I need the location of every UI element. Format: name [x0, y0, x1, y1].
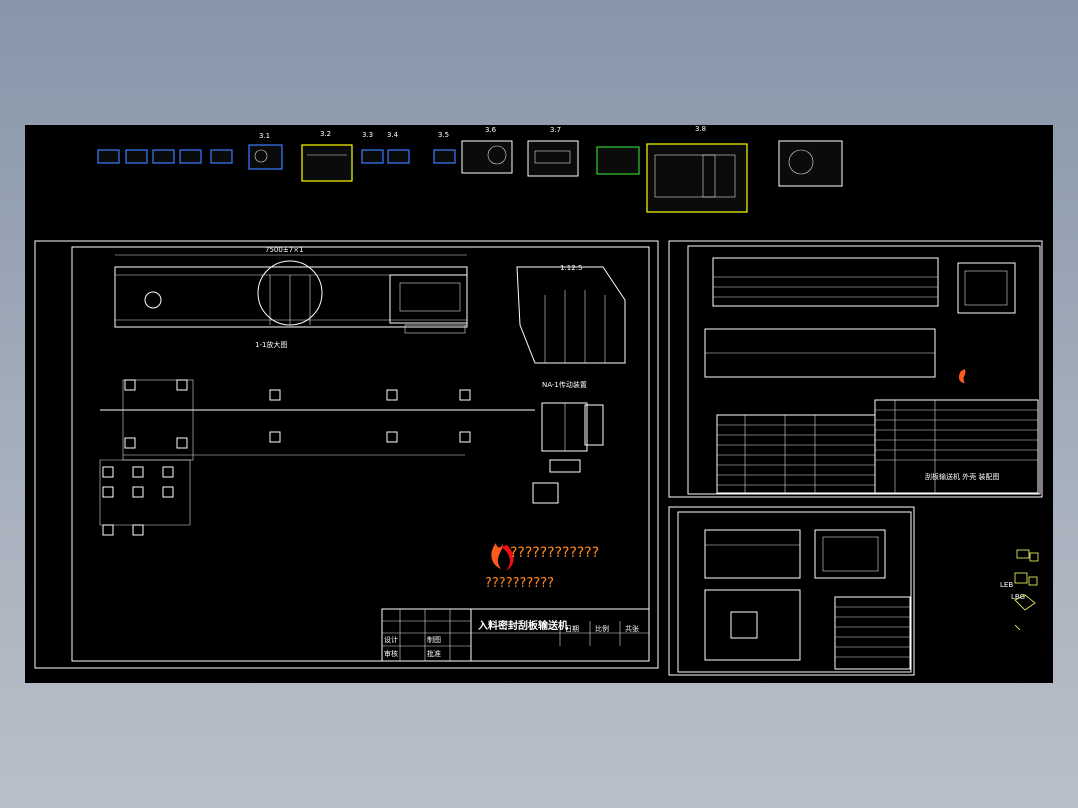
watermark-bottom: ??????????	[485, 576, 554, 591]
thumb-label: 3.1	[259, 132, 270, 140]
title-sheet: 共张	[625, 624, 639, 633]
gear-label: NA-1传动装置	[542, 380, 587, 389]
cad-drawing: 3.1 3.2 3.3 3.4 3.5 3.6 3.7 3.8 7500±7×1…	[34, 125, 1043, 676]
top-dimension: 7500±7×1	[265, 246, 303, 254]
title-drawn: 制图	[427, 635, 441, 644]
thumbnail-strip[interactable]: 3.1 3.2 3.3 3.4 3.5 3.6 3.7 3.8	[97, 125, 843, 213]
right-sheet-title: 刮板输送机 外壳 装配图	[925, 472, 999, 481]
thumb-label: 3.4	[387, 131, 399, 139]
main-sheet[interactable]: 7500±7×1 1-1放大图 1:12.5 NA-1传动装置 ????????…	[34, 240, 659, 669]
watermark-top: ????????????	[510, 545, 599, 561]
right-top-sheet[interactable]: 刮板输送机 外壳 装配图	[668, 240, 1043, 498]
thumb-label: 3.2	[320, 130, 331, 138]
side-label: LEB	[1000, 581, 1013, 589]
thumb-label: 3.7	[550, 126, 561, 134]
title-date: 日期	[565, 625, 579, 633]
flame-logo-small-icon	[958, 369, 966, 383]
thumb-label: 3.3	[362, 131, 373, 139]
side-details[interactable]: LEB LBG	[1000, 549, 1039, 631]
title-scale: 比例	[595, 624, 609, 633]
title-designer: 设计	[384, 635, 398, 644]
thumb-label: 3.8	[695, 125, 706, 133]
right-bottom-sheet[interactable]	[668, 506, 915, 676]
drawing-title: 入料密封刮板输送机	[478, 619, 568, 632]
thumb-label: 3.6	[485, 126, 497, 134]
section-label: 1-1放大图	[255, 340, 287, 349]
title-approver: 批准	[427, 649, 441, 658]
detail-scale-label: 1:12.5	[560, 264, 582, 272]
flame-logo-icon	[491, 543, 503, 569]
thumb-label: 3.5	[438, 131, 449, 139]
side-label: LBG	[1011, 593, 1025, 601]
title-checker: 审核	[384, 649, 398, 658]
cad-canvas[interactable]: 3.1 3.2 3.3 3.4 3.5 3.6 3.7 3.8 7500±7×1…	[25, 125, 1053, 683]
